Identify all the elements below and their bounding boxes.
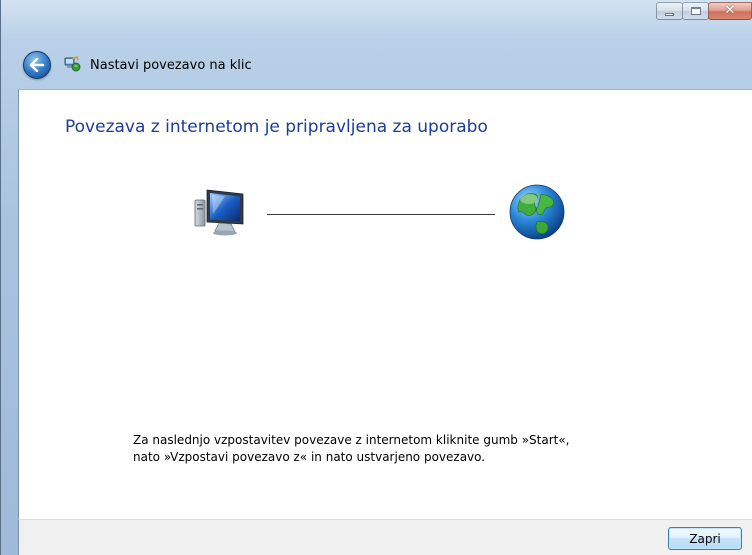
maximize-icon [690, 7, 701, 15]
navigation-row [23, 50, 51, 80]
maximize-button[interactable] [682, 2, 709, 20]
connection-line [267, 214, 495, 215]
close-icon: ✕ [724, 3, 736, 18]
back-arrow-icon [29, 58, 45, 72]
instruction-line: nato »Vzpostavi povezavo z« in nato ustv… [133, 450, 486, 464]
instruction-line: Za naslednjo vzpostavitev povezave z int… [133, 433, 570, 447]
window-close-button[interactable]: ✕ [708, 2, 752, 20]
instruction-text: Za naslednjo vzpostavitev povezave z int… [133, 432, 693, 466]
window-title: Nastavi povezavo na klic [90, 58, 252, 73]
page-heading: Povezava z internetom je pripravljena za… [65, 117, 488, 137]
globe-icon [509, 184, 565, 240]
computer-icon [194, 189, 244, 236]
footer-bar: Zapri [18, 519, 752, 555]
window-controls: ✕ [656, 2, 752, 20]
window-frame: ✕ Nastavi povezavo na klic Povezava z in… [0, 0, 752, 555]
minimize-icon [665, 12, 674, 16]
content-panel: Povezava z internetom je pripravljena za… [18, 89, 752, 534]
network-connection-icon [64, 56, 81, 72]
back-button[interactable] [23, 51, 51, 79]
minimize-button[interactable] [656, 2, 683, 20]
close-dialog-button[interactable]: Zapri [668, 527, 742, 550]
